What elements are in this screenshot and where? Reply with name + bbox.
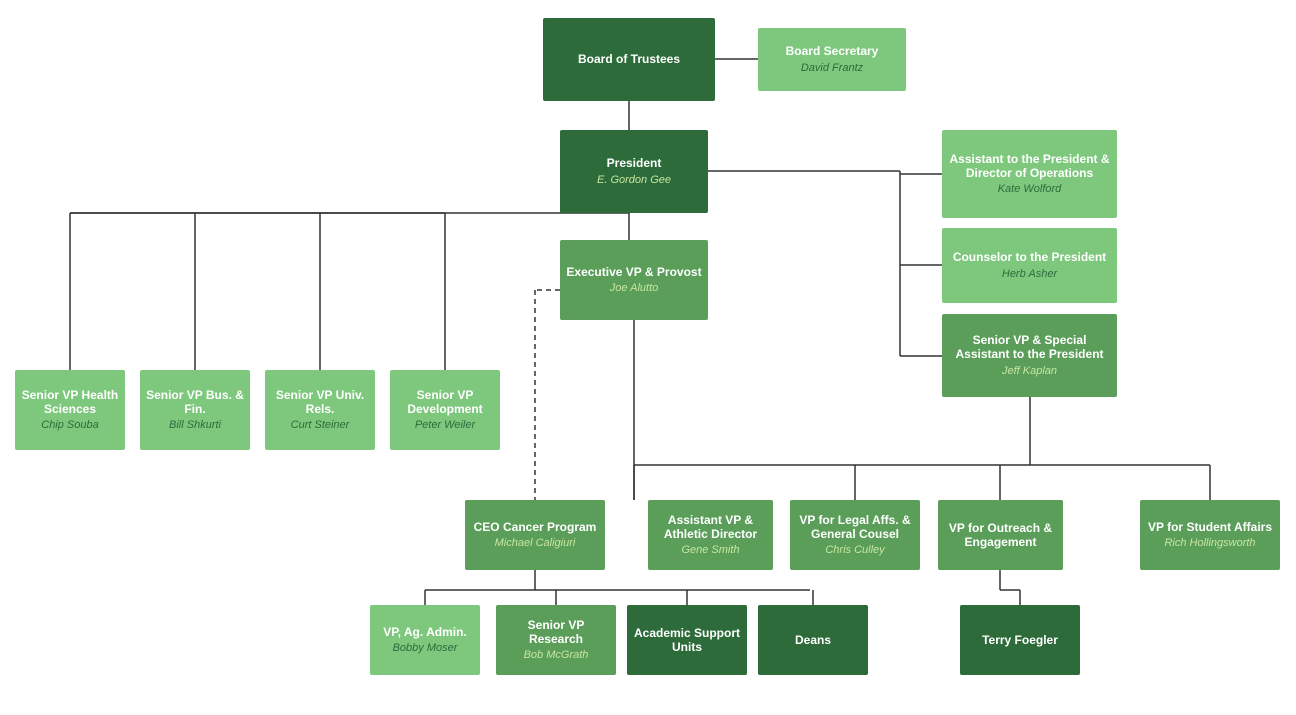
node-vp_outreach: VP for Outreach & Engagement [938, 500, 1063, 570]
node-name-asst_vp_athletic: Gene Smith [681, 544, 739, 557]
node-name-svp_research: Bob McGrath [524, 649, 589, 662]
node-name-president: E. Gordon Gee [597, 174, 671, 187]
node-title-academic_support: Academic Support Units [632, 626, 742, 655]
node-title-svp_univ: Senior VP Univ. Rels. [270, 388, 370, 417]
node-title-president: President [607, 156, 662, 170]
node-senior_vp_special: Senior VP & Special Assistant to the Pre… [942, 314, 1117, 397]
node-name-svp_bus: Bill Shkurti [169, 419, 221, 432]
node-title-svp_health: Senior VP Health Sciences [20, 388, 120, 417]
node-president: President E. Gordon Gee [560, 130, 708, 213]
node-title-vp_student: VP for Student Affairs [1148, 520, 1272, 534]
node-name-svp_dev: Peter Weiler [415, 419, 475, 432]
node-title-counselor: Counselor to the President [953, 250, 1106, 264]
node-name-senior_vp_special: Jeff Kaplan [1002, 365, 1057, 378]
org-chart: Board of Trustees Board Secretary David Fr… [0, 0, 1296, 715]
node-board_secretary: Board Secretary David Frantz [758, 28, 906, 91]
node-deans: Deans [758, 605, 868, 675]
node-title-deans: Deans [795, 633, 831, 647]
node-asst_vp_athletic: Assistant VP & Athletic Director Gene Smi… [648, 500, 773, 570]
node-name-counselor: Herb Asher [1002, 268, 1057, 281]
node-name-svp_univ: Curt Steiner [291, 419, 350, 432]
node-title-ceo_cancer: CEO Cancer Program [474, 520, 597, 534]
node-title-vp_ag: VP, Ag. Admin. [383, 625, 467, 639]
node-title-exec_vp: Executive VP & Provost [566, 265, 701, 279]
node-svp_research: Senior VP Research Bob McGrath [496, 605, 616, 675]
node-name-svp_health: Chip Souba [41, 419, 99, 432]
node-name-exec_vp: Joe Alutto [610, 282, 659, 295]
node-board_of_trustees: Board of Trustees [543, 18, 715, 101]
node-vp_student: VP for Student Affairs Rich Hollingsworth [1140, 500, 1280, 570]
node-name-vp_student: Rich Hollingsworth [1164, 537, 1255, 550]
node-name-vp_legal: Chris Culley [825, 544, 884, 557]
node-title-vp_legal: VP for Legal Affs. & General Cousel [795, 513, 915, 542]
node-terry_foegler: Terry Foegler [960, 605, 1080, 675]
node-title-senior_vp_special: Senior VP & Special Assistant to the Pre… [947, 333, 1112, 362]
node-counselor: Counselor to the President Herb Asher [942, 228, 1117, 303]
node-svp_dev: Senior VP Development Peter Weiler [390, 370, 500, 450]
node-title-asst_vp_athletic: Assistant VP & Athletic Director [653, 513, 768, 542]
node-academic_support: Academic Support Units [627, 605, 747, 675]
node-exec_vp: Executive VP & Provost Joe Alutto [560, 240, 708, 320]
node-name-board_secretary: David Frantz [801, 62, 863, 75]
node-title-vp_outreach: VP for Outreach & Engagement [943, 521, 1058, 550]
node-title-svp_bus: Senior VP Bus. & Fin. [145, 388, 245, 417]
node-title-board_secretary: Board Secretary [786, 44, 879, 58]
node-vp_legal: VP for Legal Affs. & General Cousel Chris… [790, 500, 920, 570]
node-ceo_cancer: CEO Cancer Program Michael Caligiuri [465, 500, 605, 570]
node-name-asst_to_president: Kate Wolford [998, 183, 1062, 196]
node-asst_to_president: Assistant to the President & Director of… [942, 130, 1117, 218]
node-title-terry_foegler: Terry Foegler [982, 633, 1058, 647]
node-name-vp_ag: Bobby Moser [393, 642, 458, 655]
node-svp_bus: Senior VP Bus. & Fin. Bill Shkurti [140, 370, 250, 450]
node-vp_ag: VP, Ag. Admin. Bobby Moser [370, 605, 480, 675]
node-title-asst_to_president: Assistant to the President & Director of… [947, 152, 1112, 181]
node-svp_health: Senior VP Health Sciences Chip Souba [15, 370, 125, 450]
node-svp_univ: Senior VP Univ. Rels. Curt Steiner [265, 370, 375, 450]
node-name-ceo_cancer: Michael Caligiuri [495, 537, 576, 550]
node-title-board_of_trustees: Board of Trustees [578, 52, 680, 66]
node-title-svp_dev: Senior VP Development [395, 388, 495, 417]
node-title-svp_research: Senior VP Research [501, 618, 611, 647]
